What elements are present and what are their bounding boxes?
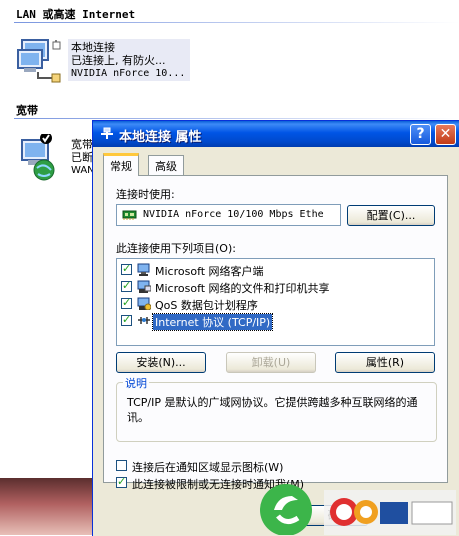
properties-button[interactable]: 属性(R) <box>335 352 435 373</box>
connection-properties-dialog: 本地连接 属性 ? ✕ 常规 高级 连接时使用: NVIDIA nForce 1… <box>92 120 459 536</box>
item-label: Microsoft 网络的文件和打印机共享 <box>155 282 330 295</box>
file-printer-sharing-icon <box>137 280 151 293</box>
description-title: 说明 <box>123 375 149 391</box>
broadband-group-header: 宽带 <box>16 104 38 117</box>
dialog-title: 本地连接 属性 <box>119 130 202 145</box>
item-checkbox[interactable] <box>121 279 132 292</box>
list-item[interactable]: Microsoft 网络客户端 <box>121 262 431 279</box>
tab-advanced[interactable]: 高级 <box>148 155 184 175</box>
general-tab-panel: 连接时使用: NVIDIA nForce 10/100 Mbps Ethe 配置… <box>103 175 448 491</box>
item-label: QoS 数据包计划程序 <box>155 299 258 312</box>
adapter-name: NVIDIA nForce 10/100 Mbps Ethe <box>143 209 324 220</box>
network-connection-icon <box>17 39 61 83</box>
network-adapter-icon <box>122 210 137 220</box>
description-groupbox: 说明 TCP/IP 是默认的广域网协议。它提供跨越多种互联网络的通讯。 <box>116 375 437 442</box>
adapter-field: NVIDIA nForce 10/100 Mbps Ethe <box>116 204 341 226</box>
uninstall-button[interactable]: 卸载(U) <box>226 352 316 373</box>
lan-group-divider <box>14 22 459 23</box>
site-watermark-logo <box>260 484 456 535</box>
items-label: 此连接使用下列项目(O): <box>116 242 236 255</box>
lan-connection-device: NVIDIA nForce 10... <box>71 68 186 79</box>
configure-button[interactable]: 配置(C)... <box>347 205 435 226</box>
item-checkbox[interactable] <box>121 262 132 275</box>
network-client-icon <box>137 263 150 276</box>
lan-connection-status: 已连接上, 有防火... <box>71 54 166 67</box>
show-icon-checkbox[interactable] <box>116 460 127 471</box>
background-photo <box>0 478 92 535</box>
description-text: TCP/IP 是默认的广域网协议。它提供跨越多种互联网络的通讯。 <box>127 396 418 424</box>
install-button[interactable]: 安装(N)... <box>116 352 206 373</box>
list-item[interactable]: Microsoft 网络的文件和打印机共享 <box>121 279 431 296</box>
close-button[interactable]: ✕ <box>435 124 456 145</box>
item-checkbox[interactable] <box>121 313 132 326</box>
tab-general[interactable]: 常规 <box>103 153 139 176</box>
lan-connection-name: 本地连接 <box>71 41 115 54</box>
broadband-connection-icon <box>21 134 55 181</box>
item-label: Microsoft 网络客户端 <box>155 265 264 278</box>
lan-group-header: LAN 或高速 Internet <box>16 8 136 21</box>
protocol-icon <box>138 317 150 324</box>
help-button[interactable]: ? <box>410 124 431 145</box>
show-icon-label: 连接后在通知区域显示图标(W) <box>132 461 284 474</box>
list-item[interactable]: QoS 数据包计划程序 <box>121 296 431 313</box>
broadband-connection-name: 宽带 <box>71 138 93 151</box>
broadband-connection-status: 已断 <box>71 151 93 164</box>
list-item-selected[interactable]: Internet 协议 (TCP/IP) <box>121 313 431 331</box>
broadband-group-divider <box>14 118 459 119</box>
notify-checkbox[interactable] <box>116 475 127 488</box>
item-label: Internet 协议 (TCP/IP) <box>151 313 274 331</box>
connect-using-label: 连接时使用: <box>116 188 175 201</box>
item-checkbox[interactable] <box>121 296 132 309</box>
components-list: Microsoft 网络客户端 Microsoft 网络的文件和打印机共享 <box>116 258 435 346</box>
qos-icon <box>137 297 151 310</box>
network-title-icon <box>101 127 113 139</box>
dialog-titlebar[interactable]: 本地连接 属性 ? ✕ <box>93 121 459 147</box>
